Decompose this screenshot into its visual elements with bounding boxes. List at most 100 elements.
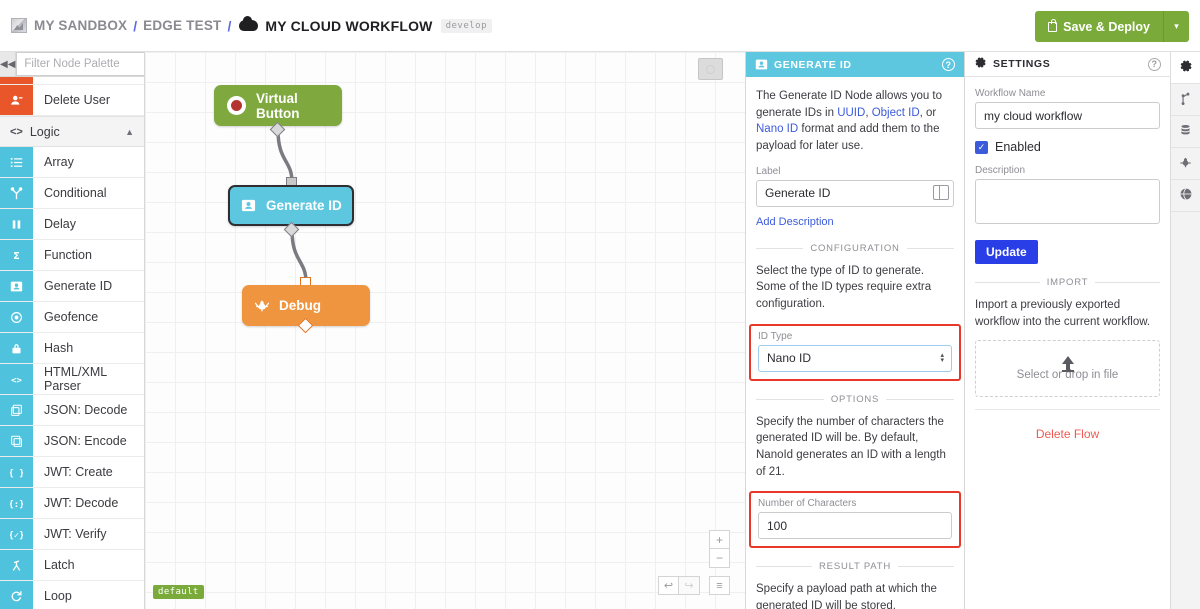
workflow-canvas[interactable]: Virtual Button Generate ID Debug default… xyxy=(145,52,745,609)
help-icon[interactable]: ? xyxy=(942,58,955,71)
settings-panel: SETTINGS ? Workflow Name ✓ Enabled Descr… xyxy=(965,52,1170,609)
rail-item-gear[interactable] xyxy=(1171,52,1200,84)
palette-item-array[interactable]: Array xyxy=(0,147,144,178)
nano-id-link[interactable]: Nano ID xyxy=(756,123,798,135)
palette-item-jwt-decode[interactable]: {:} JWT: Decode xyxy=(0,488,144,519)
palette-item-jwt-verify[interactable]: {✓} JWT: Verify xyxy=(0,519,144,550)
options-help-text: Specify the number of characters the gen… xyxy=(756,415,946,478)
branch-icon xyxy=(1179,92,1192,108)
save-deploy-dropdown-button[interactable]: ▾ xyxy=(1163,11,1189,42)
sigma-icon: Σ xyxy=(0,240,33,270)
palette-item-conditional[interactable]: Conditional xyxy=(0,178,144,209)
palette-item-json-decode[interactable]: JSON: Decode xyxy=(0,395,144,426)
id-card-icon xyxy=(755,58,768,71)
palette-item-label: JSON: Encode xyxy=(44,434,127,448)
layout-icon: ≡ xyxy=(716,579,723,592)
rail-item-database[interactable] xyxy=(1171,116,1200,148)
palette-item-loop[interactable]: Loop xyxy=(0,581,144,609)
redo-button[interactable]: ↪ xyxy=(679,576,700,595)
plus-icon: + xyxy=(715,532,723,547)
double-chevron-left-icon: ◀◀ xyxy=(0,58,16,70)
breadcrumb-item-sandbox[interactable]: MY SANDBOX xyxy=(34,18,127,33)
canvas-node-label: Generate ID xyxy=(266,198,342,213)
jwt-decode-icon: {:} xyxy=(0,488,33,518)
result-path-divider: RESULT PATH xyxy=(756,561,954,572)
delete-flow-link[interactable]: Delete Flow xyxy=(975,427,1160,441)
undo-icon: ↩ xyxy=(663,580,674,592)
label-field-wrap xyxy=(756,179,954,207)
undo-button[interactable]: ↩ xyxy=(658,576,679,595)
help-icon[interactable]: ? xyxy=(1148,57,1161,71)
id-type-select[interactable]: Nano ID ▴ ▾ xyxy=(758,344,952,372)
palette-list[interactable]: Delete User <> Logic ▲ Array Conditional Delay… xyxy=(0,77,144,609)
enabled-checkbox-row[interactable]: ✓ Enabled xyxy=(975,140,1160,154)
latch-icon xyxy=(0,550,33,580)
object-id-link[interactable]: Object ID xyxy=(872,107,920,119)
file-drop-zone[interactable]: Select or drop in file xyxy=(975,340,1160,398)
pause-icon xyxy=(0,209,33,239)
palette-item-delay[interactable]: Delay xyxy=(0,209,144,240)
zoom-in-button[interactable]: + xyxy=(709,530,730,549)
chevron-down-icon: ▾ xyxy=(1174,21,1179,31)
label-input[interactable] xyxy=(756,179,954,207)
rail-item-globe[interactable] xyxy=(1171,180,1200,212)
add-description-link[interactable]: Add Description xyxy=(756,216,834,228)
minimap-toggle[interactable] xyxy=(698,58,723,80)
label-field-label: Label xyxy=(756,165,781,177)
save-deploy-button[interactable]: Save & Deploy xyxy=(1035,11,1163,42)
uuid-link[interactable]: UUID xyxy=(837,107,865,119)
code-brackets-icon: <> xyxy=(10,125,23,138)
bug-icon xyxy=(1179,156,1192,172)
filter-node-palette-input[interactable] xyxy=(16,52,144,76)
palette-item-latch[interactable]: Latch xyxy=(0,550,144,581)
update-button[interactable]: Update xyxy=(975,240,1038,264)
palette-item-label: Conditional xyxy=(44,186,107,200)
palette-item-label: JSON: Decode xyxy=(44,403,128,417)
target-icon xyxy=(0,302,33,332)
palette-group-logic[interactable]: <> Logic ▲ xyxy=(0,116,144,147)
palette-item-label: HTML/XML Parser xyxy=(44,365,107,393)
canvas-node-generate-id[interactable]: Generate ID xyxy=(228,185,354,226)
palette-item-hash[interactable]: Hash xyxy=(0,333,144,364)
palette-item-function[interactable]: Σ Function xyxy=(0,240,144,271)
palette-row-partial xyxy=(0,77,144,85)
template-icon[interactable] xyxy=(933,184,949,200)
node-properties-body: The Generate ID Node allows you to gener… xyxy=(746,77,964,609)
canvas-node-virtual-button[interactable]: Virtual Button xyxy=(214,85,342,126)
description-textarea[interactable] xyxy=(975,179,1160,224)
num-chars-input[interactable] xyxy=(758,512,952,540)
palette-item-generate-id[interactable]: Generate ID xyxy=(0,271,144,302)
num-chars-highlight: Number of Characters xyxy=(749,491,961,549)
id-type-value: Nano ID xyxy=(767,351,812,366)
num-chars-label: Number of Characters xyxy=(758,498,857,510)
breadcrumb-item-application[interactable]: EDGE TEST xyxy=(143,18,221,33)
divider-line xyxy=(975,409,1160,411)
palette-item-label: JWT: Verify xyxy=(44,527,107,541)
palette-item-delete-user[interactable]: Delete User xyxy=(0,85,144,116)
save-deploy-label: Save & Deploy xyxy=(1063,19,1150,34)
palette-item-jwt-create[interactable]: { } JWT: Create xyxy=(0,457,144,488)
node-properties-title: GENERATE ID xyxy=(774,58,852,71)
palette-item-label: Delay xyxy=(44,217,76,231)
svg-text:{ }: { } xyxy=(10,468,23,478)
palette-item-geofence[interactable]: Geofence xyxy=(0,302,144,333)
collapse-palette-button[interactable]: ◀◀ xyxy=(0,52,17,76)
application-root: MY SANDBOX / EDGE TEST / MY CLOUD WORKFL… xyxy=(0,0,1200,609)
save-deploy-group: Save & Deploy ▾ xyxy=(1035,11,1189,42)
auto-layout-button[interactable]: ≡ xyxy=(709,576,730,595)
zoom-out-button[interactable]: − xyxy=(709,549,730,568)
rail-item-branch[interactable] xyxy=(1171,84,1200,116)
breadcrumb-item-workflow: MY CLOUD WORKFLOW xyxy=(265,17,433,34)
id-type-highlight: ID Type Nano ID ▴ ▾ xyxy=(749,323,961,381)
palette-item-label: Delete User xyxy=(44,93,110,107)
palette-item-json-encode[interactable]: JSON: Encode xyxy=(0,426,144,457)
database-icon xyxy=(1179,124,1192,140)
palette-item-label: Loop xyxy=(44,589,72,603)
rail-item-bug[interactable] xyxy=(1171,148,1200,180)
workflow-name-input[interactable] xyxy=(975,102,1160,129)
svg-text:{:}: {:} xyxy=(10,499,23,509)
right-icon-rail xyxy=(1170,52,1200,609)
palette-item-html-xml-parser[interactable]: <> HTML/XML Parser xyxy=(0,364,144,395)
edge-connections xyxy=(276,129,308,283)
list-icon xyxy=(0,147,33,177)
